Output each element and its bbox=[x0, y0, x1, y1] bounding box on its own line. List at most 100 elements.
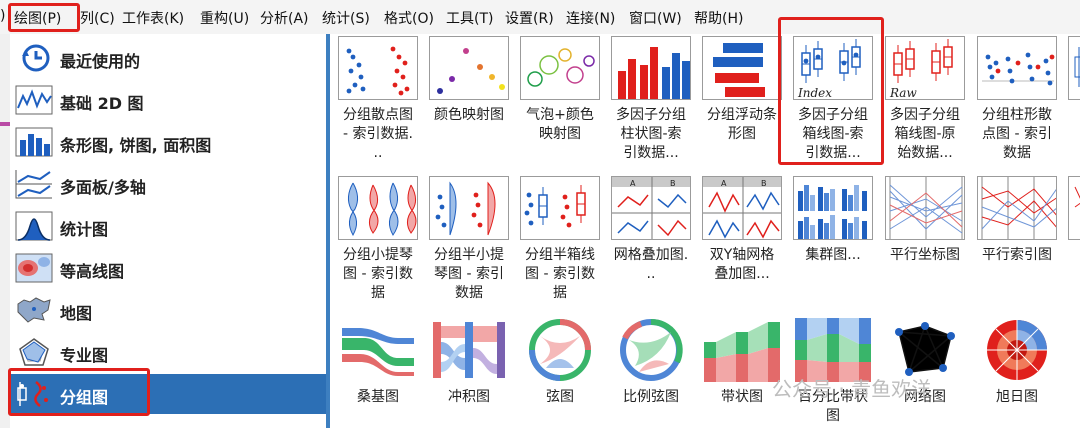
menu-key: (N) bbox=[594, 11, 616, 27]
sidebar-item-label: 等高线图 bbox=[60, 262, 125, 281]
menu-label: 设置 bbox=[505, 11, 533, 27]
strip-mark bbox=[0, 122, 10, 126]
menu-key: (U) bbox=[228, 11, 250, 27]
line-chart-icon bbox=[14, 84, 54, 116]
menu-label: 列 bbox=[80, 11, 94, 27]
sidebar-item-0[interactable]: 最近使用的 bbox=[10, 38, 326, 78]
menu-item-11[interactable]: 帮助(H) bbox=[694, 8, 743, 28]
sidebar-item-label: 专业图 bbox=[60, 346, 109, 365]
sidebar-item-6[interactable]: 地图 bbox=[10, 290, 326, 330]
menu-item-7[interactable]: 工具(T) bbox=[446, 8, 493, 28]
svg-text:A: A bbox=[630, 179, 636, 188]
svg-text:Raw: Raw bbox=[889, 86, 917, 100]
gallery-item-caption: 分组小提琴 图 - 索引数 据 bbox=[343, 247, 413, 301]
gallery-item-caption: 桑基图 bbox=[357, 389, 399, 405]
multi-panel-icon bbox=[14, 168, 54, 200]
gallery-item-caption: 平行坐标图 bbox=[890, 247, 960, 263]
map-icon bbox=[14, 294, 54, 326]
partial2-thumbnail-icon bbox=[1068, 176, 1080, 240]
gallery-item-caption: 网格叠加图. .. bbox=[613, 247, 689, 282]
gallery-item-caption: 分组柱形散 点图 - 索引 数据 bbox=[982, 107, 1052, 161]
column-scatter-thumbnail-icon bbox=[977, 36, 1057, 100]
chord-thumbnail-icon bbox=[520, 318, 600, 382]
color-map-thumbnail-icon bbox=[429, 36, 509, 100]
cluster-thumbnail-icon bbox=[793, 176, 873, 240]
multi-factor-column-thumbnail-icon bbox=[611, 36, 691, 100]
menu-label: 分析 bbox=[260, 11, 288, 27]
menu-item-9[interactable]: 连接(N) bbox=[566, 8, 615, 28]
menu-item-1[interactable]: 列(C) bbox=[80, 8, 115, 28]
sidebar-item-7[interactable]: 专业图 bbox=[10, 332, 326, 372]
gallery-item-caption: 多因子分组 箱线图-原 始数据... bbox=[890, 107, 960, 161]
bar-chart-icon bbox=[14, 126, 54, 158]
menu-item-6[interactable]: 格式(O) bbox=[384, 8, 434, 28]
half-box-thumbnail-icon bbox=[520, 176, 600, 240]
menu-item-2[interactable]: 工作表(K) bbox=[122, 8, 184, 28]
sidebar-item-5[interactable]: 等高线图 bbox=[10, 248, 326, 288]
menu-partial: ) bbox=[0, 8, 6, 24]
menu-key: (T) bbox=[474, 11, 494, 27]
menu-item-5[interactable]: 统计(S) bbox=[322, 8, 370, 28]
sidebar-item-label: 统计图 bbox=[60, 220, 109, 239]
menu-label: 窗口 bbox=[629, 11, 657, 27]
menu-key: (A) bbox=[288, 11, 309, 27]
bubble-color-thumbnail-icon bbox=[520, 36, 600, 100]
gallery-item-caption: 分组散点图 - 索引数据. .. bbox=[343, 107, 413, 161]
sidebar-item-4[interactable]: 统计图 bbox=[10, 206, 326, 246]
box-raw-thumbnail-icon: Raw bbox=[885, 36, 965, 100]
sidebar-item-3[interactable]: 多面板/多轴 bbox=[10, 164, 326, 204]
gallery-item-caption: 气泡+颜色 映射图 bbox=[526, 107, 594, 142]
half-violin-thumbnail-icon bbox=[429, 176, 509, 240]
gallery-highlight-box bbox=[778, 17, 884, 165]
gallery-item-caption: 多因子分组 柱状图-索 引数据... bbox=[616, 107, 686, 161]
sidebar-item-label: 地图 bbox=[60, 304, 93, 323]
gallery-item-caption: 平行索引图 bbox=[982, 247, 1052, 263]
band-thumbnail-icon bbox=[702, 318, 782, 382]
sidebar-item-label: 基础 2D 图 bbox=[60, 94, 144, 113]
menu-key: (S) bbox=[350, 11, 370, 27]
svg-text:B: B bbox=[761, 179, 767, 188]
ratio-chord-thumbnail-icon bbox=[611, 318, 691, 382]
menu-label: 格式 bbox=[384, 11, 412, 27]
contour-icon bbox=[14, 252, 54, 284]
double-y-grid-thumbnail-icon: AB bbox=[702, 176, 782, 240]
parallel-coord-thumbnail-icon bbox=[885, 176, 965, 240]
menu-label: 连接 bbox=[566, 11, 594, 27]
menu-label: 帮助 bbox=[694, 11, 722, 27]
partial-thumbnail-icon bbox=[1068, 36, 1080, 100]
gallery-item-caption: 弦图 bbox=[546, 389, 574, 405]
gallery-item-caption: 分 bbox=[1060, 106, 1080, 125]
gallery-item-caption: 旭日图 bbox=[996, 389, 1038, 405]
menu-item-3[interactable]: 重构(U) bbox=[200, 8, 249, 28]
gallery-item-caption: 比例弦图 bbox=[623, 389, 679, 405]
sankey-thumbnail-icon bbox=[338, 318, 418, 382]
parallel-index-thumbnail-icon bbox=[977, 176, 1057, 240]
alluvial-thumbnail-icon bbox=[429, 318, 509, 382]
partial3-thumbnail-icon bbox=[1068, 318, 1080, 382]
sidebar-item-2[interactable]: 条形图, 饼图, 面积图 bbox=[10, 122, 326, 162]
menu-item-8[interactable]: 设置(R) bbox=[505, 8, 554, 28]
sunburst-thumbnail-icon bbox=[977, 318, 1057, 382]
gallery-item-caption: 颜色映射图 bbox=[434, 107, 504, 123]
gallery-item-caption: 集群图... bbox=[805, 247, 861, 263]
watermark: 公众号 · 青鱼欢洋 bbox=[772, 377, 932, 401]
sidebar-item-1[interactable]: 基础 2D 图 bbox=[10, 80, 326, 120]
gallery-item-caption: 分组半箱线 图 - 索引数 据 bbox=[525, 247, 595, 301]
menu-item-10[interactable]: 窗口(W) bbox=[629, 8, 682, 28]
menu-bar: ) 绘图(P) 列(C) 工作表(K) 重构(U) 分析(A) 统计(S) 格式(O) 工具(… bbox=[0, 0, 1080, 35]
menu-key: (C) bbox=[94, 11, 115, 27]
menu-label: 工具 bbox=[446, 11, 474, 27]
gallery-item-caption: 平 bbox=[1060, 246, 1080, 265]
floating-bar-thumbnail-icon bbox=[702, 36, 782, 100]
template-gallery: 分组散点图 - 索引数据. .. 颜色映射图 气泡+颜色 映射图 多因子分组 柱状图-… bbox=[330, 34, 1080, 428]
menu-item-4[interactable]: 分析(A) bbox=[260, 8, 309, 28]
gallery-item-caption: 双Y轴网格 叠加图... bbox=[709, 247, 775, 282]
menu-highlight-box bbox=[8, 3, 80, 32]
menu-label: 统计 bbox=[322, 11, 350, 27]
menu-key: (H) bbox=[722, 11, 744, 27]
menu-key: (R) bbox=[533, 11, 554, 27]
grouped-scatter-thumbnail-icon bbox=[338, 36, 418, 100]
grid-overlay-thumbnail-icon: AB bbox=[611, 176, 691, 240]
radar-icon bbox=[14, 336, 54, 368]
sidebar-item-label: 最近使用的 bbox=[60, 52, 141, 71]
